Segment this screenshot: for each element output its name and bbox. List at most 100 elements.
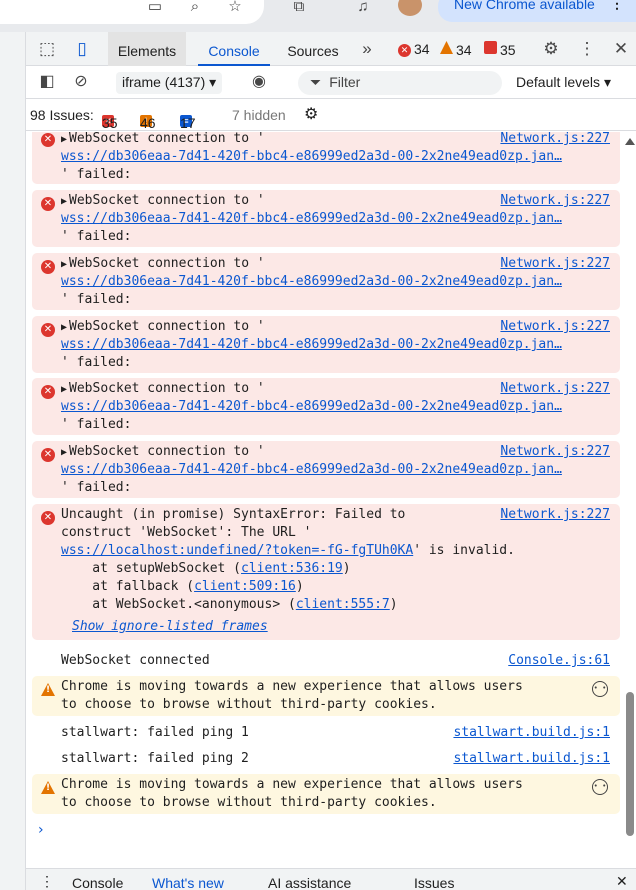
tab-sources[interactable]: Sources bbox=[280, 32, 346, 66]
log-entry-error[interactable]: ✕ ▶ WebSocket connection to ' wss://db306… bbox=[32, 316, 620, 373]
error-icon: ✕ bbox=[41, 448, 55, 462]
profile-avatar[interactable] bbox=[398, 0, 422, 16]
issues-label: 98 Issues: bbox=[30, 107, 94, 123]
sidebar-toggle-icon[interactable]: ◧ bbox=[36, 72, 58, 92]
source-link[interactable]: Network.js:227 bbox=[500, 318, 610, 336]
warning-icon: ! bbox=[41, 781, 55, 794]
chevron-down-icon: ▾ bbox=[603, 74, 611, 90]
device-toolbar-icon[interactable]: ▯ bbox=[71, 39, 93, 59]
source-link[interactable]: Network.js:227 bbox=[500, 255, 610, 273]
message-counter[interactable]: 35 bbox=[484, 41, 516, 58]
error-icon: ✕ bbox=[41, 260, 55, 274]
warning-icon bbox=[440, 41, 453, 54]
websocket-url-link[interactable]: wss://db306eaa-7d41-420f-bbc4-e86999ed2a… bbox=[61, 273, 562, 291]
close-drawer-icon[interactable]: ✕ bbox=[616, 873, 628, 890]
inspect-element-icon[interactable]: ⬚ bbox=[36, 39, 58, 59]
close-devtools-icon[interactable]: ✕ bbox=[610, 39, 632, 59]
show-ignore-listed-frames-link[interactable]: Show ignore-listed frames bbox=[72, 618, 268, 636]
issues-settings-icon[interactable]: ⚙ bbox=[304, 104, 318, 124]
browser-toolbar: ▭ ⌕ ☆ ⧉ ♫ New Chrome available ⋮ bbox=[0, 0, 636, 32]
log-entry-info[interactable]: stallwart: failed ping 1 stallwart.build… bbox=[32, 722, 620, 746]
filter-input[interactable]: ⏷ Filter bbox=[298, 71, 502, 95]
drawer-tab-ai-assistance[interactable]: AI assistance bbox=[268, 875, 351, 890]
error-icon: ✕ bbox=[41, 323, 55, 337]
websocket-url-link[interactable]: wss://db306eaa-7d41-420f-bbc4-e86999ed2a… bbox=[61, 398, 562, 416]
log-entry-info[interactable]: WebSocket connected Console.js:61 bbox=[32, 650, 620, 674]
filter-funnel-icon: ⏷ bbox=[310, 74, 322, 90]
console-toolbar: ◧ ⊘ iframe (4137) ▾ ◉ ⏷ Filter Default le… bbox=[26, 66, 636, 99]
source-link[interactable]: Network.js:227 bbox=[500, 443, 610, 461]
source-link[interactable]: Network.js:227 bbox=[500, 506, 610, 524]
error-counter[interactable]: ✕ 34 bbox=[398, 41, 430, 57]
log-entry-error[interactable]: ✕ ▶ WebSocket connection to ' wss://db306… bbox=[32, 190, 620, 247]
log-entry-error[interactable]: ✕ ▶ WebSocket connection to ' wss://db306… bbox=[32, 253, 620, 310]
scroll-up-icon[interactable] bbox=[625, 138, 635, 145]
settings-gear-icon[interactable]: ⚙ bbox=[540, 39, 562, 59]
scrollbar-thumb[interactable] bbox=[626, 692, 634, 836]
new-chrome-button[interactable]: New Chrome available ⋮ bbox=[438, 0, 636, 22]
log-entry-warning[interactable]: ! Chrome is moving towards a new experie… bbox=[32, 774, 620, 814]
drawer-tab-issues[interactable]: Issues bbox=[414, 875, 454, 890]
expand-triangle-icon[interactable]: ▶ bbox=[61, 256, 67, 274]
source-link[interactable]: stallwart.build.js:1 bbox=[453, 750, 610, 768]
error-icon: ✕ bbox=[41, 385, 55, 399]
drawer-tabbar: ⋮ Console What's new AI assistance Issue… bbox=[26, 868, 636, 890]
media-controls-icon[interactable]: ♫ bbox=[352, 0, 374, 16]
chevron-down-icon: ▾ bbox=[209, 74, 217, 90]
websocket-url-link[interactable]: wss://db306eaa-7d41-420f-bbc4-e86999ed2a… bbox=[61, 148, 562, 166]
drawer-tab-whats-new[interactable]: What's new bbox=[152, 875, 224, 890]
expand-triangle-icon[interactable]: ▶ bbox=[61, 381, 67, 399]
error-icon: ✕ bbox=[398, 44, 411, 57]
drawer-menu-icon[interactable]: ⋮ bbox=[40, 873, 54, 890]
expand-triangle-icon[interactable]: ▶ bbox=[61, 193, 67, 211]
source-link[interactable]: Network.js:227 bbox=[500, 132, 610, 148]
stack-frame-link[interactable]: client:509:16 bbox=[194, 579, 296, 594]
live-expression-eye-icon[interactable]: ◉ bbox=[248, 72, 270, 92]
log-entry-error[interactable]: ✕ ▶ WebSocket connection to ' wss://db306… bbox=[32, 378, 620, 435]
clear-console-icon[interactable]: ⊘ bbox=[70, 72, 92, 92]
more-tabs-icon[interactable]: » bbox=[356, 39, 378, 59]
log-levels-dropdown[interactable]: Default levels ▾ bbox=[516, 74, 611, 91]
websocket-url-link[interactable]: wss://db306eaa-7d41-420f-bbc4-e86999ed2a… bbox=[61, 336, 562, 354]
drawer-tab-console[interactable]: Console bbox=[72, 875, 123, 890]
source-link[interactable]: Network.js:227 bbox=[500, 192, 610, 210]
log-entry-warning[interactable]: ! Chrome is moving towards a new experie… bbox=[32, 676, 620, 716]
warning-icon: ! bbox=[41, 683, 55, 696]
extensions-icon[interactable]: ⧉ bbox=[288, 0, 310, 16]
websocket-url-link[interactable]: wss://db306eaa-7d41-420f-bbc4-e86999ed2a… bbox=[61, 210, 562, 228]
issues-bar: 98 Issues: ✕ 35 ! 46 ≡ 17 7 hidden ⚙ bbox=[26, 99, 636, 131]
source-link[interactable]: Network.js:227 bbox=[500, 380, 610, 398]
expand-triangle-icon[interactable]: ▶ bbox=[61, 132, 67, 149]
error-icon: ✕ bbox=[41, 197, 55, 211]
websocket-url-link[interactable]: wss://db306eaa-7d41-420f-bbc4-e86999ed2a… bbox=[61, 461, 562, 479]
zoom-icon[interactable]: ⌕ bbox=[184, 0, 206, 16]
expand-triangle-icon[interactable]: ▶ bbox=[61, 319, 67, 337]
install-app-icon[interactable]: ▭ bbox=[144, 0, 166, 16]
log-entry-error[interactable]: ✕ ▶ WebSocket connection to ' wss://db306… bbox=[32, 132, 620, 184]
cookie-icon[interactable]: • • bbox=[592, 681, 608, 697]
message-icon bbox=[484, 41, 497, 54]
source-link[interactable]: stallwart.build.js:1 bbox=[453, 724, 610, 742]
stack-frame-link[interactable]: client:536:19 bbox=[241, 561, 343, 576]
warning-counter[interactable]: 34 bbox=[440, 41, 472, 58]
error-icon: ✕ bbox=[41, 133, 55, 147]
log-entry-info[interactable]: stallwart: failed ping 2 stallwart.build… bbox=[32, 748, 620, 772]
issues-hidden: 7 hidden bbox=[232, 107, 286, 123]
bookmark-star-icon[interactable]: ☆ bbox=[224, 0, 246, 16]
tab-elements[interactable]: Elements bbox=[108, 32, 186, 66]
log-entry-error[interactable]: ✕ ▶ WebSocket connection to ' wss://db306… bbox=[32, 441, 620, 498]
context-selector[interactable]: iframe (4137) ▾ bbox=[116, 72, 223, 94]
invalid-url-link[interactable]: wss://localhost:undefined/?token=-fG-fgT… bbox=[61, 543, 413, 558]
stack-frame-link[interactable]: client:555:7 bbox=[296, 597, 390, 612]
console-scrollbar[interactable] bbox=[624, 132, 636, 890]
devtools-menu-icon[interactable]: ⋮ bbox=[576, 39, 598, 59]
tab-console[interactable]: Console bbox=[198, 32, 270, 66]
expand-triangle-icon[interactable]: ▶ bbox=[61, 444, 67, 462]
error-icon: ✕ bbox=[41, 511, 55, 525]
console-prompt[interactable]: › bbox=[38, 822, 44, 838]
source-link[interactable]: Console.js:61 bbox=[508, 652, 610, 670]
kebab-icon[interactable]: ⋮ bbox=[610, 0, 624, 12]
cookie-icon[interactable]: • • bbox=[592, 779, 608, 795]
new-chrome-label: New Chrome available bbox=[454, 0, 595, 12]
log-entry-uncaught-error[interactable]: ✕ Uncaught (in promise) SyntaxError: Fai… bbox=[32, 504, 620, 640]
